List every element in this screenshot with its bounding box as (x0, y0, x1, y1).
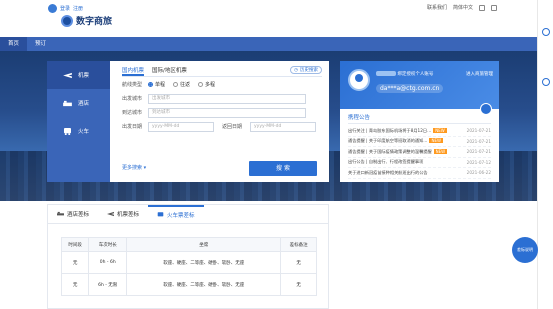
radio-dot-icon (173, 82, 179, 87)
new-badge: NEW (433, 127, 447, 133)
tab-hotel[interactable]: 酒店 (47, 89, 110, 117)
radio-dot-icon (148, 82, 153, 87)
radio-multi[interactable]: 多程 (198, 81, 215, 88)
hotel-icon (63, 100, 72, 106)
app-title: 数字商旅 (76, 17, 113, 27)
search-button[interactable]: 搜 索 (249, 161, 317, 176)
register-link[interactable]: 注册 (73, 5, 83, 12)
bell-icon[interactable] (480, 103, 492, 115)
tab-hotel-policy[interactable]: 酒店差标 (48, 205, 98, 223)
tab-domestic[interactable]: 国内机票 (122, 66, 145, 76)
booking-type-tabs: 机票 酒店 火车 (47, 61, 110, 182)
from-label: 出发城市 (122, 96, 143, 102)
contact-link[interactable]: 联系我们 (427, 4, 447, 11)
to-label: 到达城市 (122, 110, 143, 116)
greeting: 绑定授权个人账号 (376, 71, 433, 77)
logo-icon (61, 14, 73, 27)
radio-oneway[interactable]: 单程 (148, 81, 165, 88)
policy-help-button[interactable]: 差标说明 (512, 237, 538, 263)
app-logo[interactable]: 数字商旅 (61, 14, 112, 27)
plane-icon (63, 72, 72, 78)
depart-date-input[interactable]: yyyy-MM-dd (148, 121, 214, 132)
train-icon (64, 127, 71, 135)
login-link[interactable]: 登录 (60, 5, 70, 12)
radio-dot-icon (198, 82, 204, 87)
flight-region-tabs: 国内机票 国际/地区机票 ◷ 历史搜索 (122, 66, 322, 77)
login-area: 登录 注册 (48, 4, 83, 13)
announcement-item[interactable]: 关于进口新冠疫苗接种相关航班出行的公告 2021-06-22 (348, 168, 491, 179)
new-badge: NEW (433, 148, 448, 154)
clock-icon: ◷ (294, 67, 298, 73)
column-header: 车次时长 (88, 237, 128, 252)
goto-management-link[interactable]: 进入商旅管理 (466, 71, 493, 77)
top-bar: 登录 注册 数字商旅 联系我们 简体中文 (0, 0, 537, 37)
column-header: 时间段 (60, 237, 90, 252)
mobile-icon[interactable] (479, 4, 485, 11)
tab-flight[interactable]: 机票 (47, 61, 110, 89)
to-row: 到达城市 到达城市 (122, 106, 322, 119)
avatar[interactable] (348, 69, 370, 91)
radio-roundtrip[interactable]: 往返 (173, 81, 190, 88)
tab-train[interactable]: 火车 (47, 117, 110, 145)
table-row: 无 0h - 6h 软座、硬座、二等座、硬卧、软卧、无座 无 (60, 251, 317, 274)
browser-side-rail (537, 0, 553, 309)
language-select[interactable]: 简体中文 (453, 4, 473, 11)
wechat-icon[interactable] (491, 4, 497, 11)
more-search-link[interactable]: 更多搜索 ▾ (122, 164, 146, 171)
announcement-item[interactable]: 出行公告 | 自制出行、行程改签提醒事项 2021-07-12 (348, 158, 491, 168)
announcements-title: 携程公告 (348, 113, 491, 124)
user-card: 绑定授权个人账号 da***a@ctg.com.cn 进入商旅管理 携程公告 出… (340, 61, 499, 182)
announcement-item[interactable]: 通告提醒 | 关于印度航空等班取消的通知… NEW 2021-07-21 (348, 137, 491, 147)
trip-type-label: 航线类型 (122, 82, 143, 88)
travel-policy-section: 酒店差标 机票差标 火车票差标 时间段 车次时长 坐席 差标备注 无 0h - … (47, 204, 329, 309)
column-header: 坐席 (126, 237, 282, 252)
policy-table: 时间段 车次时长 坐席 差标备注 无 0h - 6h 软座、硬座、二等座、硬卧、… (60, 237, 317, 296)
nav-booking[interactable]: 预订 (27, 37, 54, 51)
plane-icon (107, 211, 115, 217)
refresh-icon[interactable] (542, 78, 550, 86)
user-icon (48, 4, 57, 13)
extension-icon[interactable] (542, 28, 550, 36)
tab-flight-policy[interactable]: 机票差标 (98, 205, 148, 223)
chevron-down-icon: ▾ (143, 165, 147, 171)
announcement-item[interactable]: 通告提醒 | 关于国际疫情政策调整的温馨提醒 NEW 2021-07-21 (348, 147, 491, 158)
top-right-links: 联系我们 简体中文 (427, 4, 497, 11)
tab-international[interactable]: 国际/地区机票 (152, 66, 187, 76)
return-date-input[interactable]: yyyy-MM-dd (250, 121, 316, 132)
return-label: 返回日期 (221, 124, 242, 130)
user-card-header: 绑定授权个人账号 da***a@ctg.com.cn 进入商旅管理 (340, 61, 499, 115)
search-panel: 机票 酒店 火车 国内机票 国际/地区机票 ◷ 历史搜索 航线类型 单程 往返 … (47, 61, 373, 182)
from-row: 出发城市 出发城市 (122, 92, 322, 105)
flight-search-form: 国内机票 国际/地区机票 ◷ 历史搜索 航线类型 单程 往返 多程 出发城市 出… (122, 66, 373, 176)
depart-label: 出发日期 (122, 124, 143, 130)
main-nav: 首页 预订 (0, 37, 537, 51)
history-search-button[interactable]: ◷ 历史搜索 (290, 66, 322, 74)
nav-home[interactable]: 首页 (0, 37, 28, 51)
user-email: da***a@ctg.com.cn (376, 84, 444, 93)
column-header: 差标备注 (280, 237, 317, 252)
policy-tabs: 酒店差标 机票差标 火车票差标 (48, 205, 328, 224)
announcements: 携程公告 出行关注 | 青岛胶东国际机场将于8月12日… NEW 2021-07-2… (340, 109, 499, 183)
masked-username (376, 71, 396, 76)
from-city-input[interactable]: 出发城市 (148, 93, 306, 104)
bed-icon (57, 211, 64, 216)
to-city-input[interactable]: 到达城市 (148, 107, 306, 118)
announcement-item[interactable]: 出行关注 | 青岛胶东国际机场将于8月12日… NEW 2021-07-21 (348, 126, 491, 137)
trip-type-row: 航线类型 单程 往返 多程 (122, 78, 322, 91)
tab-train-policy[interactable]: 火车票差标 (148, 205, 204, 223)
train-icon (157, 212, 164, 217)
date-row: 出发日期 yyyy-MM-dd 返回日期 yyyy-MM-dd (122, 120, 322, 133)
table-row: 无 6h - 无限 软座、硬座、二等座、硬卧、软卧、无座 无 (60, 273, 317, 296)
new-badge: NEW (429, 138, 443, 144)
